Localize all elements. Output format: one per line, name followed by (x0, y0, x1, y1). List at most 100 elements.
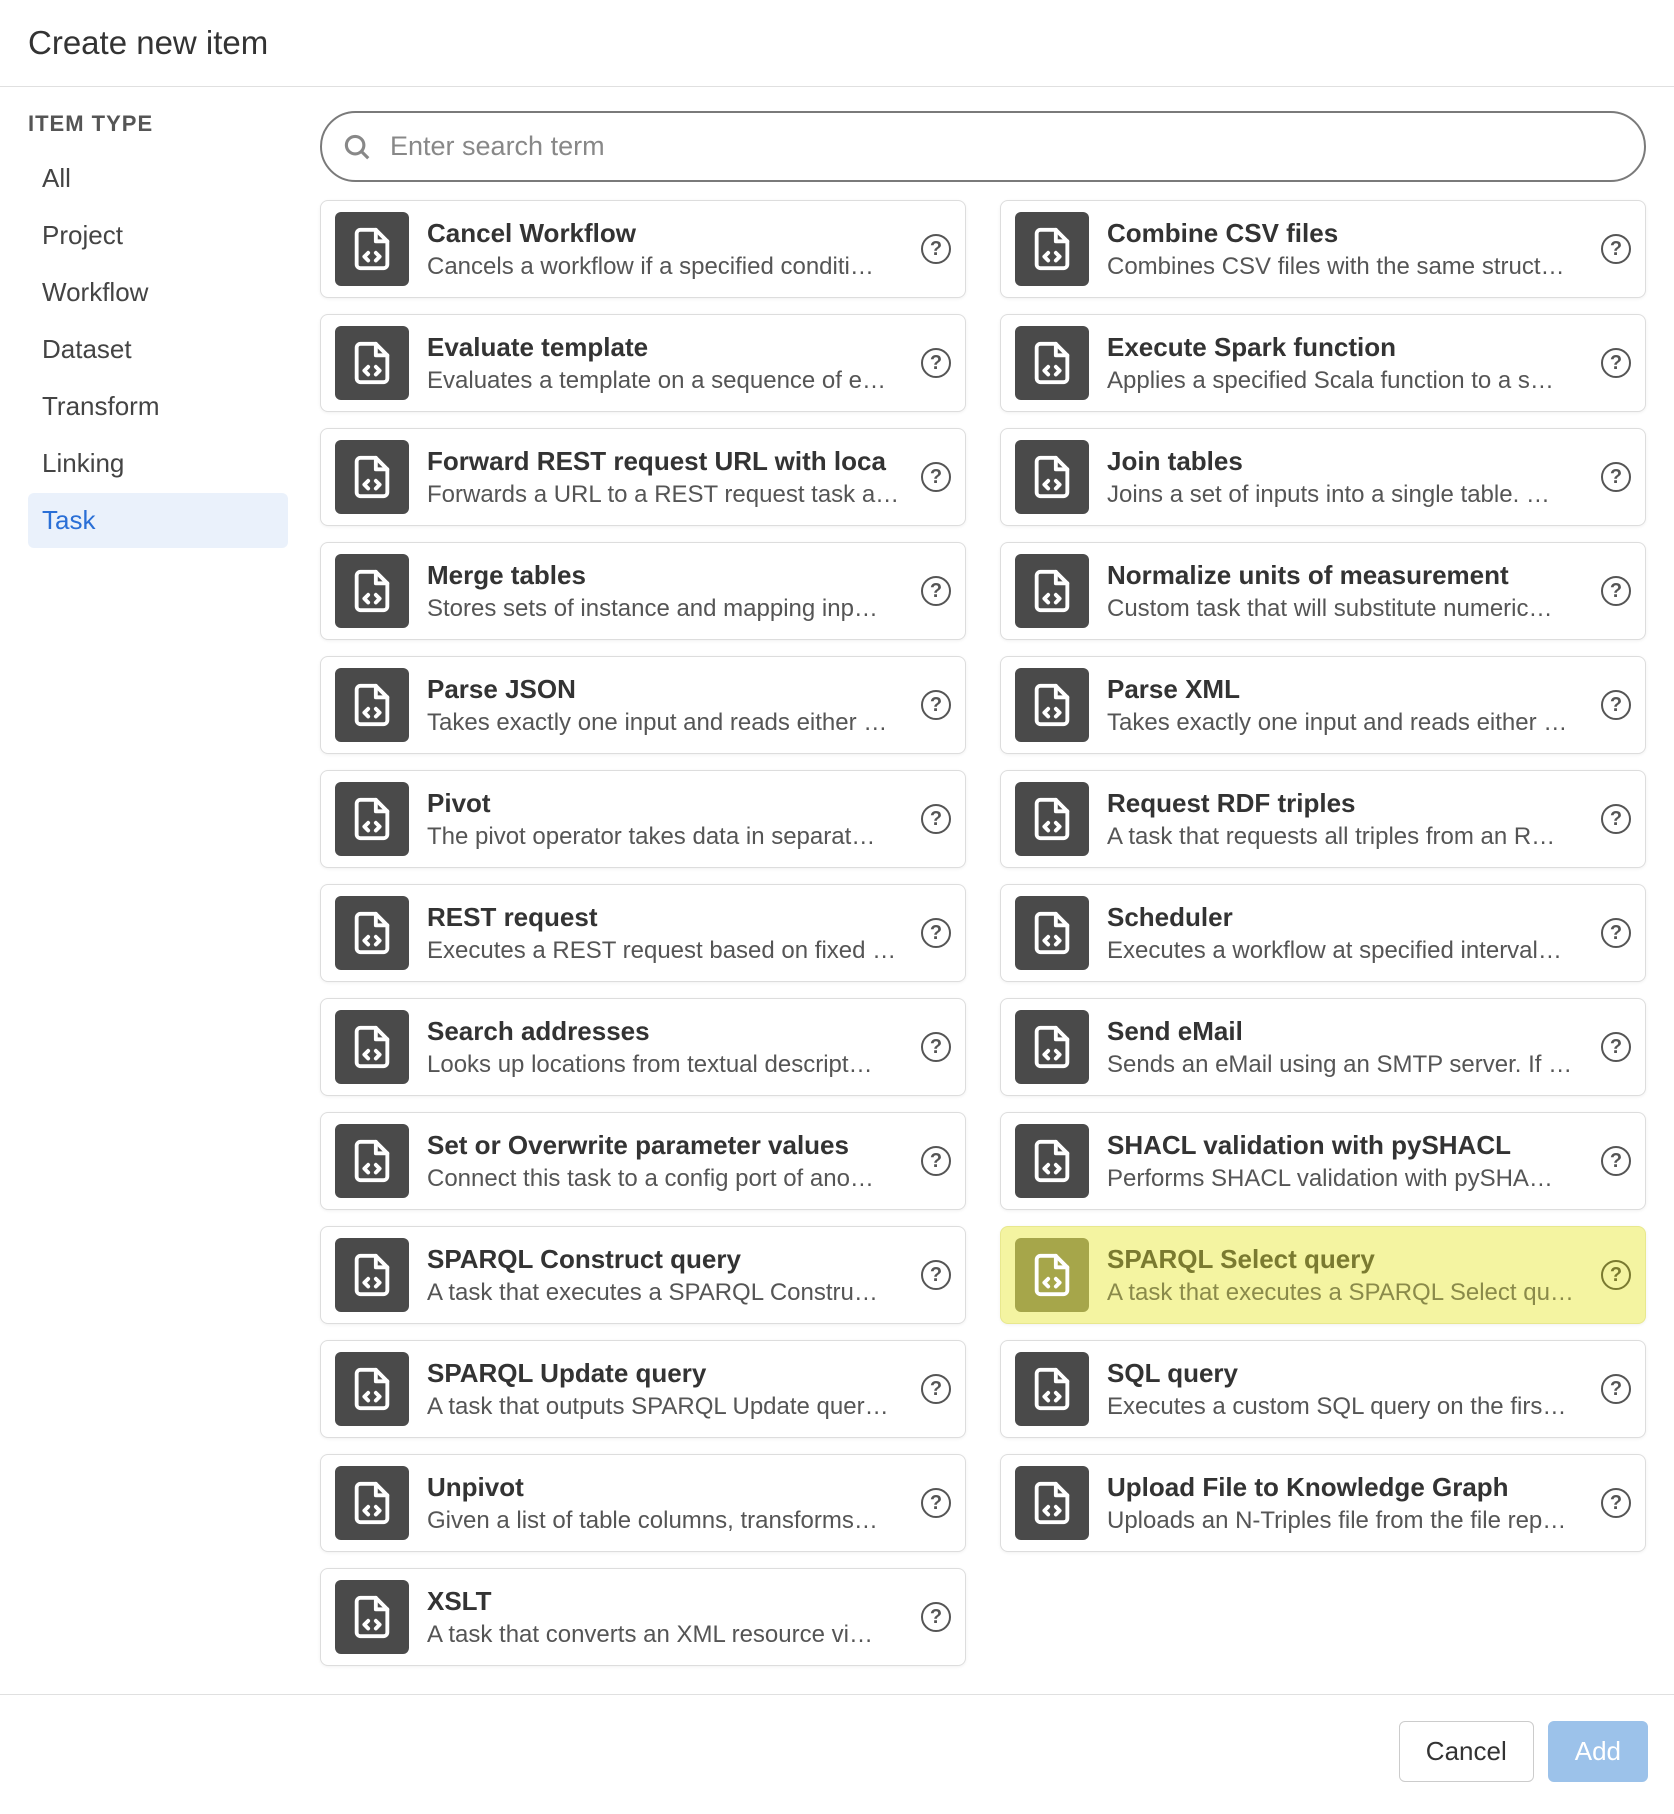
help-icon[interactable]: ? (921, 348, 951, 378)
card-body: Merge tablesStores sets of instance and … (427, 560, 903, 623)
help-icon[interactable]: ? (1601, 348, 1631, 378)
card-description: Sends an eMail using an SMTP server. If … (1107, 1051, 1583, 1079)
help-icon[interactable]: ? (1601, 1146, 1631, 1176)
add-button[interactable]: Add (1548, 1721, 1648, 1782)
item-card-sparql-select-query[interactable]: SPARQL Select queryA task that executes … (1000, 1226, 1646, 1324)
sidebar-item-workflow[interactable]: Workflow (28, 265, 288, 320)
card-title: Execute Spark function (1107, 332, 1583, 363)
sidebar-item-all[interactable]: All (28, 151, 288, 206)
file-code-icon (335, 554, 409, 628)
card-body: Request RDF triplesA task that requests … (1107, 788, 1583, 851)
file-code-icon (1015, 554, 1089, 628)
help-icon[interactable]: ? (921, 1146, 951, 1176)
sidebar-item-label: All (42, 163, 71, 193)
card-title: SPARQL Select query (1107, 1244, 1583, 1275)
card-body: Scheduler Executes a workflow at specifie… (1107, 902, 1583, 965)
help-icon[interactable]: ? (921, 1374, 951, 1404)
help-icon[interactable]: ? (921, 1488, 951, 1518)
help-icon[interactable]: ? (1601, 1260, 1631, 1290)
card-description: A task that requests all triples from an… (1107, 823, 1583, 851)
card-description: Custom task that will substitute numeric… (1107, 595, 1583, 623)
item-card-upload-file-to-knowledge-graph[interactable]: Upload File to Knowledge GraphUploads an… (1000, 1454, 1646, 1552)
card-title: Parse JSON (427, 674, 903, 705)
card-description: Executes a REST request based on fixed … (427, 937, 903, 965)
card-title: Combine CSV files (1107, 218, 1583, 249)
card-description: Connect this task to a config port of an… (427, 1165, 903, 1193)
help-icon[interactable]: ? (921, 1260, 951, 1290)
file-code-icon (1015, 668, 1089, 742)
item-card-forward-rest-request-url-with-loca[interactable]: Forward REST request URL with locaForwar… (320, 428, 966, 526)
item-card-search-addresses[interactable]: Search addressesLooks up locations from … (320, 998, 966, 1096)
help-icon[interactable]: ? (1601, 462, 1631, 492)
item-card-merge-tables[interactable]: Merge tablesStores sets of instance and … (320, 542, 966, 640)
item-card-pivot[interactable]: PivotThe pivot operator takes data in se… (320, 770, 966, 868)
cancel-button[interactable]: Cancel (1399, 1721, 1534, 1782)
card-title: Scheduler (1107, 902, 1583, 933)
sidebar-item-linking[interactable]: Linking (28, 436, 288, 491)
sidebar-item-label: Workflow (42, 277, 148, 307)
item-card-request-rdf-triples[interactable]: Request RDF triplesA task that requests … (1000, 770, 1646, 868)
item-grid: Cancel WorkflowCancels a workflow if a s… (320, 200, 1646, 1666)
file-code-icon (335, 212, 409, 286)
help-icon[interactable]: ? (921, 918, 951, 948)
card-description: Executes a workflow at specified interva… (1107, 937, 1583, 965)
item-card-unpivot[interactable]: UnpivotGiven a list of table columns, tr… (320, 1454, 966, 1552)
card-body: SPARQL Construct queryA task that execut… (427, 1244, 903, 1307)
sidebar-item-label: Task (42, 505, 95, 535)
item-card-evaluate-template[interactable]: Evaluate templateEvaluates a template on… (320, 314, 966, 412)
help-icon[interactable]: ? (921, 462, 951, 492)
help-icon[interactable]: ? (921, 690, 951, 720)
card-body: Execute Spark functionApplies a specifie… (1107, 332, 1583, 395)
card-title: SPARQL Update query (427, 1358, 903, 1389)
item-card-parse-xml[interactable]: Parse XMLTakes exactly one input and rea… (1000, 656, 1646, 754)
item-card-rest-request[interactable]: REST requestExecutes a REST request base… (320, 884, 966, 982)
help-icon[interactable]: ? (1601, 690, 1631, 720)
main-panel: Cancel WorkflowCancels a workflow if a s… (320, 111, 1646, 1666)
help-icon[interactable]: ? (921, 1032, 951, 1062)
item-card-normalize-units-of-measurement[interactable]: Normalize units of measurement Custom tas… (1000, 542, 1646, 640)
item-card-shacl-validation-with-pyshacl[interactable]: SHACL validation with pySHACLPerforms SH… (1000, 1112, 1646, 1210)
item-card-execute-spark-function[interactable]: Execute Spark functionApplies a specifie… (1000, 314, 1646, 412)
help-icon[interactable]: ? (921, 804, 951, 834)
help-icon[interactable]: ? (921, 234, 951, 264)
card-title: Normalize units of measurement (1107, 560, 1583, 591)
item-card-combine-csv-files[interactable]: Combine CSV filesCombines CSV files with… (1000, 200, 1646, 298)
help-icon[interactable]: ? (1601, 918, 1631, 948)
item-card-xslt[interactable]: XSLTA task that converts an XML resource… (320, 1568, 966, 1666)
item-card-set-or-overwrite-parameter-values[interactable]: Set or Overwrite parameter valuesConnect… (320, 1112, 966, 1210)
item-card-scheduler[interactable]: Scheduler Executes a workflow at specifie… (1000, 884, 1646, 982)
help-icon[interactable]: ? (1601, 1488, 1631, 1518)
card-body: SPARQL Update queryA task that outputs S… (427, 1358, 903, 1421)
sidebar-item-project[interactable]: Project (28, 208, 288, 263)
dialog-body: ITEM TYPE AllProjectWorkflowDatasetTrans… (0, 87, 1674, 1694)
card-body: Parse XMLTakes exactly one input and rea… (1107, 674, 1583, 737)
item-card-cancel-workflow[interactable]: Cancel WorkflowCancels a workflow if a s… (320, 200, 966, 298)
sidebar-item-task[interactable]: Task (28, 493, 288, 548)
item-card-parse-json[interactable]: Parse JSON Takes exactly one input and re… (320, 656, 966, 754)
file-code-icon (1015, 1238, 1089, 1312)
card-title: SPARQL Construct query (427, 1244, 903, 1275)
help-icon[interactable]: ? (1601, 234, 1631, 264)
help-icon[interactable]: ? (1601, 804, 1631, 834)
item-card-sparql-update-query[interactable]: SPARQL Update queryA task that outputs S… (320, 1340, 966, 1438)
card-description: Stores sets of instance and mapping inp… (427, 595, 903, 623)
item-card-sql-query[interactable]: SQL queryExecutes a custom SQL query on … (1000, 1340, 1646, 1438)
item-card-join-tables[interactable]: Join tablesJoins a set of inputs into a … (1000, 428, 1646, 526)
file-code-icon (335, 1010, 409, 1084)
help-icon[interactable]: ? (921, 1602, 951, 1632)
help-icon[interactable]: ? (1601, 1032, 1631, 1062)
sidebar-item-dataset[interactable]: Dataset (28, 322, 288, 377)
dialog-header: Create new item (0, 0, 1674, 87)
file-code-icon (335, 1124, 409, 1198)
card-title: SHACL validation with pySHACL (1107, 1130, 1583, 1161)
item-card-send-email[interactable]: Send eMailSends an eMail using an SMTP s… (1000, 998, 1646, 1096)
item-card-sparql-construct-query[interactable]: SPARQL Construct queryA task that execut… (320, 1226, 966, 1324)
card-body: UnpivotGiven a list of table columns, tr… (427, 1472, 903, 1535)
help-icon[interactable]: ? (921, 576, 951, 606)
help-icon[interactable]: ? (1601, 1374, 1631, 1404)
file-code-icon (335, 1352, 409, 1426)
sidebar-item-transform[interactable]: Transform (28, 379, 288, 434)
help-icon[interactable]: ? (1601, 576, 1631, 606)
card-description: Takes exactly one input and reads either… (427, 709, 903, 737)
search-input[interactable] (320, 111, 1646, 182)
